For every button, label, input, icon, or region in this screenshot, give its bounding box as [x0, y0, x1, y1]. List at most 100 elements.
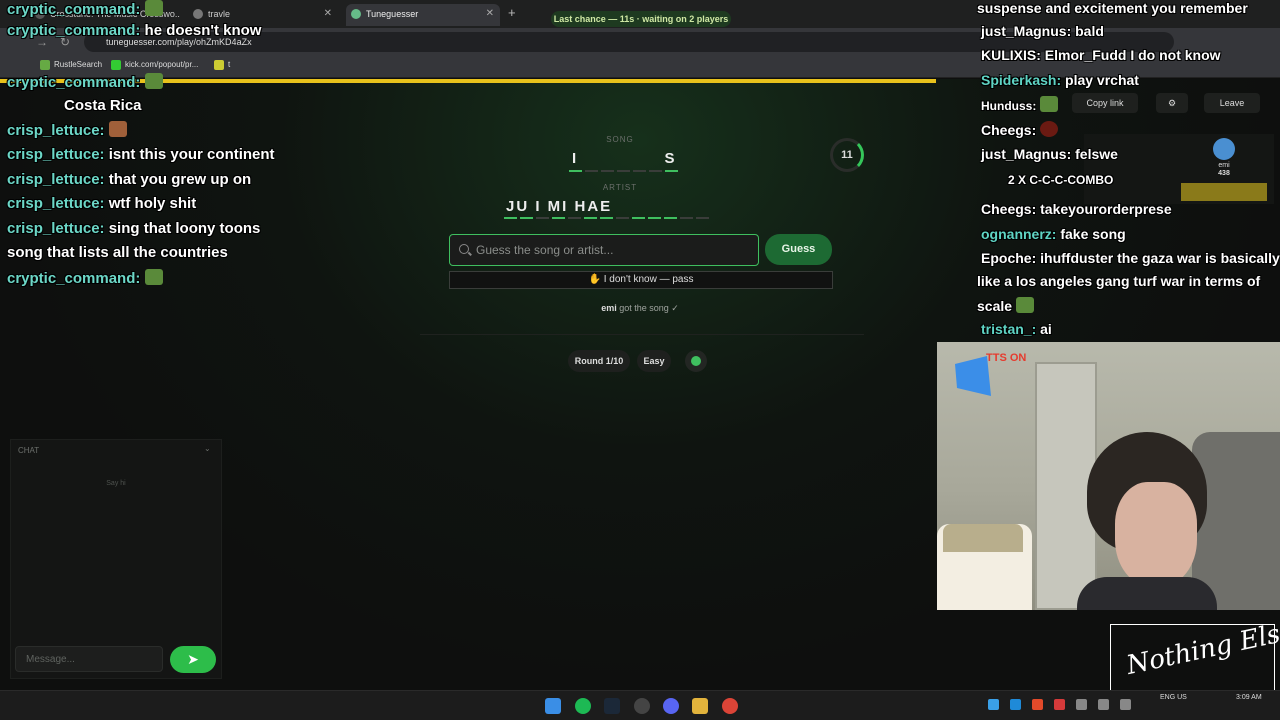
chat-username: Epoche: — [981, 250, 1037, 266]
player-score: 438 — [1218, 170, 1230, 177]
copy-link-button[interactable]: Copy link — [1072, 93, 1138, 113]
chat-text: that you grew up on — [108, 171, 252, 188]
pepe-emote-icon — [1039, 96, 1058, 112]
tray-app-icon[interactable] — [1120, 699, 1131, 710]
chrome-icon[interactable] — [722, 698, 738, 714]
bookmark-rustlesearch[interactable]: RustleSearch — [40, 60, 103, 70]
status-banner: Last chance — 11s · waiting on 2 players — [551, 11, 731, 27]
send-button[interactable]: ➤ — [170, 646, 216, 673]
message-input-wrapper — [15, 646, 163, 672]
chevron-down-icon[interactable]: ⌄ — [204, 444, 211, 453]
difficulty-badge: Easy — [637, 350, 671, 372]
tab-tuneguesser[interactable]: Tuneguesser ✕ — [346, 4, 500, 26]
message-input[interactable] — [16, 647, 162, 671]
chat-username: KULIXIS: — [981, 47, 1041, 63]
screen: Crosstune: The Music Crosswo... travle ✕… — [0, 0, 1280, 720]
chat-username: cryptic_command: — [7, 1, 141, 18]
clock-time: 3:09 AM — [1236, 694, 1262, 701]
tray-app-icon[interactable] — [988, 699, 999, 710]
artist-slots — [504, 217, 709, 220]
face-emote-icon — [108, 121, 127, 137]
pepe-emote-icon — [144, 0, 163, 16]
chat-username: cryptic_command: — [7, 270, 141, 287]
taskbar — [0, 690, 1280, 720]
chat-text: play vrchat — [1065, 72, 1139, 88]
obs-icon[interactable] — [634, 698, 650, 714]
guess-input[interactable] — [450, 235, 758, 265]
chat-text: Elmor_Fudd I do not know — [1044, 47, 1221, 63]
music-note-icon — [351, 9, 361, 19]
spotify-icon[interactable] — [575, 698, 591, 714]
chat-username: crisp_lettuce: — [7, 122, 105, 139]
chat-line: crisp_lettuce: sing that loony toons — [7, 220, 260, 237]
close-icon[interactable]: ✕ — [486, 4, 494, 24]
chat-line: just_Magnus: bald — [981, 23, 1104, 39]
guess-input-wrapper — [449, 234, 759, 266]
streamer-shirt — [1077, 577, 1217, 610]
chat-line: Epoche: ihuffduster the gaza war is basi… — [981, 250, 1280, 266]
chat-text: song that lists all the countries — [7, 244, 228, 261]
chat-username: crisp_lettuce: — [7, 146, 105, 163]
chat-text: scale — [977, 298, 1013, 314]
windows-start-icon[interactable] — [545, 698, 561, 714]
tray-app-icon[interactable] — [1010, 699, 1021, 710]
spotify-icon[interactable] — [685, 350, 707, 372]
bookmark-t[interactable]: t — [214, 60, 231, 70]
chat-text: bald — [1075, 23, 1104, 39]
player-name: emi — [1218, 162, 1230, 169]
gear-icon[interactable]: ⚙ — [1156, 93, 1188, 113]
webcam-feed — [937, 342, 1280, 610]
song-hint: I S — [572, 150, 677, 167]
pepe-emote-icon — [144, 269, 163, 285]
language-indicator: ENG US — [1160, 694, 1187, 701]
microphone-icon[interactable] — [1098, 699, 1109, 710]
discord-icon[interactable] — [663, 698, 679, 714]
chat-line: cryptic_command: — [7, 73, 163, 91]
chat-text: like a los angeles gang turf war in term… — [977, 273, 1261, 289]
clock: 3:09 AM — [1236, 693, 1262, 702]
frog-icon — [40, 60, 50, 70]
pepe-emote-icon — [144, 73, 163, 89]
chat-text: suspense and excitement you remember — [977, 0, 1248, 16]
chat-text: Costa Rica — [64, 97, 142, 114]
bookmark-label: t — [228, 60, 231, 69]
chat-username: cryptic_command: — [7, 74, 141, 91]
chat-text: isnt this your continent — [108, 146, 275, 163]
chat-text: ihuffduster the gaza war is basically — [1040, 250, 1280, 266]
new-tab-button[interactable]: + — [508, 5, 516, 20]
tray-app-icon[interactable] — [1076, 699, 1087, 710]
chat-text: felswe — [1075, 146, 1118, 162]
got-song-notice: emi got the song ✓ — [540, 303, 740, 314]
steam-icon[interactable] — [604, 698, 620, 714]
bookmark-kick[interactable]: kick.com/popout/pr... — [111, 60, 198, 70]
chat-username: crisp_lettuce: — [7, 220, 105, 237]
chat-line: Costa Rica — [64, 97, 142, 114]
leave-button[interactable]: Leave — [1204, 93, 1260, 113]
tab-title: Tuneguesser — [366, 9, 419, 19]
tray-app-icon[interactable] — [1054, 699, 1065, 710]
chat-text: fake song — [1060, 226, 1126, 242]
chat-line: ognannerz: fake song — [981, 226, 1126, 242]
chat-line: KULIXIS: Elmor_Fudd I do not know — [981, 47, 1221, 63]
chat-line: Cheegs: takeyourorderprese — [981, 201, 1172, 217]
chat-line: crisp_lettuce: that you grew up on — [7, 171, 251, 188]
guess-button[interactable]: Guess — [765, 234, 832, 265]
tts-badge: TTS ON — [986, 352, 1027, 364]
tray-app-icon[interactable] — [1032, 699, 1043, 710]
chat-line: crisp_lettuce: wtf holy shit — [7, 195, 196, 212]
chat-line: suspense and excitement you remember — [977, 0, 1248, 16]
folder-icon[interactable] — [692, 698, 708, 714]
chat-username: tristan_: — [981, 321, 1037, 337]
chat-line: crisp_lettuce: — [7, 121, 127, 139]
chat-username: Spiderkash: — [981, 72, 1062, 88]
chat-text: 2 X C-C-C-COMBO — [1008, 173, 1114, 187]
chat-username: just_Magnus: — [981, 23, 1072, 39]
chat-username: Hunduss: — [981, 99, 1037, 113]
ball-emote-icon — [1040, 121, 1059, 137]
bookmark-label: RustleSearch — [54, 60, 103, 69]
close-icon[interactable]: ✕ — [324, 4, 332, 24]
divider — [420, 334, 864, 335]
chat-username: Cheegs: — [981, 122, 1037, 138]
chat-username: crisp_lettuce: — [7, 171, 105, 188]
pass-button[interactable]: ✋ I don't know — pass — [449, 271, 833, 289]
